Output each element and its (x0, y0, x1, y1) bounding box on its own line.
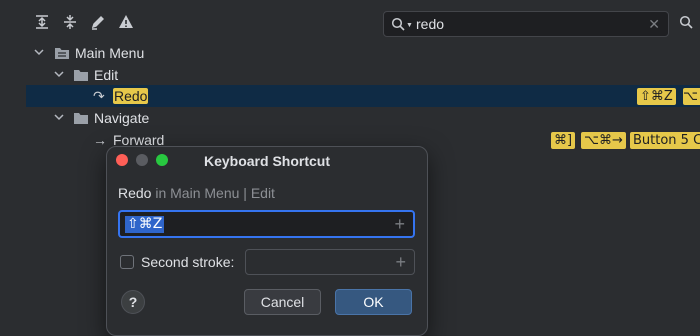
tree-label-wrap: Redo (113, 88, 149, 104)
chevron-down-icon[interactable] (53, 68, 65, 80)
shortcut-chip: Button 5 C (630, 132, 700, 149)
forward-arrow-icon: → (93, 132, 107, 148)
search-field[interactable]: ▼ ✕ (383, 11, 669, 37)
second-stroke-label[interactable]: Second stroke: (141, 254, 234, 270)
search-input[interactable] (416, 15, 636, 33)
folder-icon (73, 68, 89, 82)
search-icon[interactable] (391, 17, 405, 31)
find-by-shortcut-icon[interactable] (679, 15, 697, 31)
first-stroke-field[interactable]: ⇧⌘Z + (118, 210, 415, 238)
action-path: in Main Menu | Edit (155, 185, 275, 201)
shortcut-chip: ⌘] (551, 132, 576, 149)
first-stroke-value: ⇧⌘Z (125, 216, 165, 233)
dialog-title: Keyboard Shortcut (203, 153, 330, 169)
chevron-down-icon[interactable] (53, 111, 65, 123)
shortcut-chip-cut: ⌥ (683, 88, 700, 105)
chevron-down-icon[interactable] (33, 46, 45, 58)
keymap-toolbar: ▼ ✕ (0, 0, 700, 42)
warning-icon[interactable] (118, 14, 134, 30)
search-history-dropdown-icon[interactable]: ▼ (406, 22, 413, 29)
add-stroke-icon[interactable]: + (395, 253, 406, 271)
second-stroke-checkbox[interactable] (120, 255, 134, 269)
tree-row-main-menu[interactable]: Main Menu (26, 42, 700, 64)
ok-button[interactable]: OK (335, 289, 412, 315)
shortcut-chip: ⇧⌘Z (637, 88, 676, 105)
edit-pencil-icon[interactable] (90, 14, 106, 30)
cancel-button[interactable]: Cancel (244, 289, 321, 315)
tree-label: Navigate (94, 110, 150, 126)
shortcut-chip: ⌥⌘→ (581, 132, 626, 149)
second-stroke-field[interactable]: + (245, 249, 415, 275)
redo-icon: ↷ (93, 88, 105, 104)
add-stroke-icon[interactable]: + (394, 215, 405, 233)
menu-folder-icon (54, 46, 70, 60)
tree-row-edit[interactable]: Edit (26, 64, 700, 86)
tree-row-redo[interactable]: ↷ Redo ⇧⌘Z ⌥ (26, 85, 700, 107)
tree-label: Main Menu (75, 45, 145, 61)
keyboard-shortcut-dialog: Keyboard Shortcut Redo in Main Menu | Ed… (106, 146, 428, 336)
expand-all-icon[interactable] (34, 14, 50, 30)
action-name: Redo (118, 185, 152, 201)
tree-label-highlight: Redo (113, 88, 149, 104)
tree-row-navigate[interactable]: Navigate (26, 107, 700, 129)
action-context: Redo in Main Menu | Edit (118, 185, 275, 201)
help-button[interactable]: ? (121, 290, 145, 314)
tree-label: Edit (94, 67, 119, 83)
clear-search-icon[interactable]: ✕ (648, 16, 660, 33)
collapse-all-icon[interactable] (62, 14, 78, 30)
folder-icon (73, 111, 89, 125)
